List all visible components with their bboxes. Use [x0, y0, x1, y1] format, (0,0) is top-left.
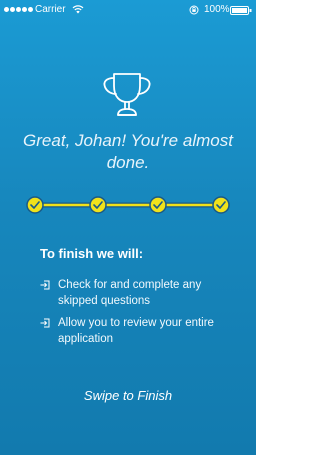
- carrier-label: Carrier: [35, 4, 66, 15]
- status-bar: Carrier 100%: [0, 0, 256, 20]
- battery-percentage: 100%: [204, 4, 230, 15]
- list-item-text: Allow you to review your entire applicat…: [58, 317, 214, 345]
- finish-title: To finish we will:: [40, 246, 144, 261]
- finish-steps-list: Check for and complete any skipped quest…: [40, 277, 240, 353]
- progress-step-3: [149, 196, 167, 214]
- progress-tracker: [26, 196, 230, 214]
- trophy-icon: [103, 73, 151, 116]
- progress-step-4: [212, 196, 230, 214]
- swipe-to-finish-button[interactable]: Swipe to Finish: [0, 388, 256, 403]
- arrow-into-box-icon: [40, 280, 50, 290]
- completion-headline: Great, Johan! You're almost done.: [23, 131, 233, 172]
- orientation-lock-icon: [189, 5, 199, 15]
- list-item: Allow you to review your entire applicat…: [40, 315, 240, 347]
- battery-icon: [230, 6, 252, 15]
- signal-strength-icon: [4, 7, 33, 12]
- list-item: Check for and complete any skipped quest…: [40, 277, 240, 309]
- progress-step-1: [26, 196, 44, 214]
- wifi-icon: [72, 5, 84, 14]
- arrow-into-box-icon: [40, 318, 50, 328]
- app-screen: Carrier 100% Great, Johan! You're almost…: [0, 0, 256, 455]
- progress-step-2: [89, 196, 107, 214]
- list-item-text: Check for and complete any skipped quest…: [58, 279, 202, 307]
